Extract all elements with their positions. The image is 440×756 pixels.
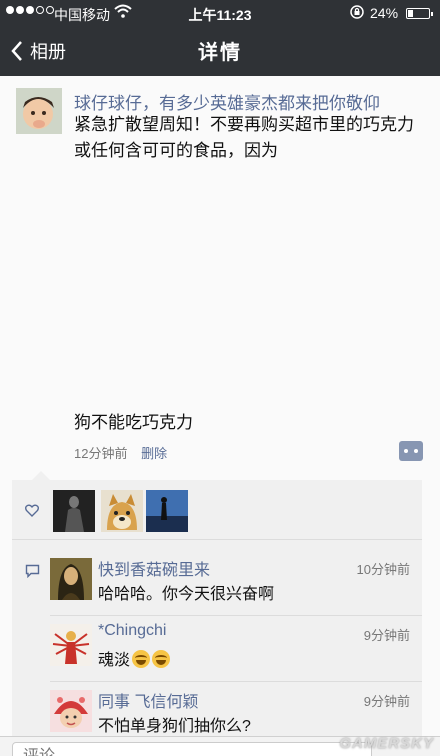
statue-image [53, 490, 95, 532]
commenter-avatar[interactable] [50, 690, 92, 732]
laughing-emoji-icon [152, 650, 171, 668]
top-bar: 中国移动 上午11:23 24% 相册 详情 [0, 0, 440, 76]
comment-text-content: 魂淡 [98, 652, 131, 669]
post-text: 紧急扩散望周知！不要再购买超市里的巧克力或任何含可可的食品，因为 [74, 115, 414, 160]
baby-in-red-image [50, 690, 92, 732]
baby-avatar-image [16, 88, 62, 134]
like-avatar-doge[interactable] [101, 490, 143, 532]
post-author-name[interactable]: 球仔球仔，有多少英雄豪杰都来把你敬仰 [74, 89, 380, 114]
post-time: 12分钟前 [74, 446, 128, 461]
status-bar: 中国移动 上午11:23 24% [0, 0, 440, 26]
comment-time: 9分钟前 [363, 694, 410, 709]
silhouette-image [146, 490, 188, 532]
comment-text: 哈哈哈。你今天很兴奋啊 [98, 586, 275, 603]
comment-bubble-icon [25, 564, 40, 578]
post-image-caption: 狗不能吃巧克力 [74, 413, 193, 432]
commenter-avatar[interactable] [50, 624, 92, 666]
heart-icon [25, 504, 39, 517]
comment-input[interactable] [12, 742, 372, 756]
comment-text: 魂淡 [98, 646, 171, 670]
commenter-name[interactable]: 快到香菇碗里来 [98, 556, 210, 580]
like-avatar-silhouette[interactable] [146, 490, 188, 532]
laughing-emoji-icon [132, 650, 151, 668]
more-actions-button[interactable] [399, 441, 423, 461]
dot-icon [404, 449, 408, 453]
comment-time: 9分钟前 [363, 628, 410, 643]
comment-text: 不怕单身狗们抽你么? [98, 718, 251, 735]
post-meta: 12分钟前 删除 [74, 443, 167, 462]
rotation-lock-icon [350, 5, 364, 19]
commenter-name[interactable]: 同事 飞信何颖 [98, 688, 198, 712]
comment-item: 快到香菇碗里来 10分钟前 哈哈哈。你今天很兴奋啊 [12, 550, 422, 616]
battery-percent: 24% [370, 5, 399, 21]
battery-icon [406, 8, 433, 19]
post-author-avatar[interactable] [16, 88, 62, 134]
like-avatar-statue[interactable] [53, 490, 95, 532]
commenter-avatar[interactable] [50, 558, 92, 600]
mona-lisa-image [50, 558, 92, 600]
delete-button[interactable]: 删除 [141, 446, 167, 461]
likes-row [12, 480, 422, 540]
dot-icon [414, 449, 418, 453]
page-title: 详情 [198, 42, 242, 64]
watermark-logo: GAMERSKY [339, 735, 434, 752]
deity-image [50, 624, 92, 666]
navigation-bar: 相册 详情 [0, 26, 440, 76]
doge-image [101, 490, 143, 532]
battery-fill [408, 10, 413, 17]
interactions-panel: 快到香菇碗里来 10分钟前 哈哈哈。你今天很兴奋啊 *Chingchi 9分钟前… [12, 471, 422, 740]
comment-item: *Chingchi 9分钟前 魂淡 [12, 616, 422, 682]
comment-time: 10分钟前 [356, 562, 410, 577]
commenter-name[interactable]: *Chingchi [98, 622, 166, 640]
